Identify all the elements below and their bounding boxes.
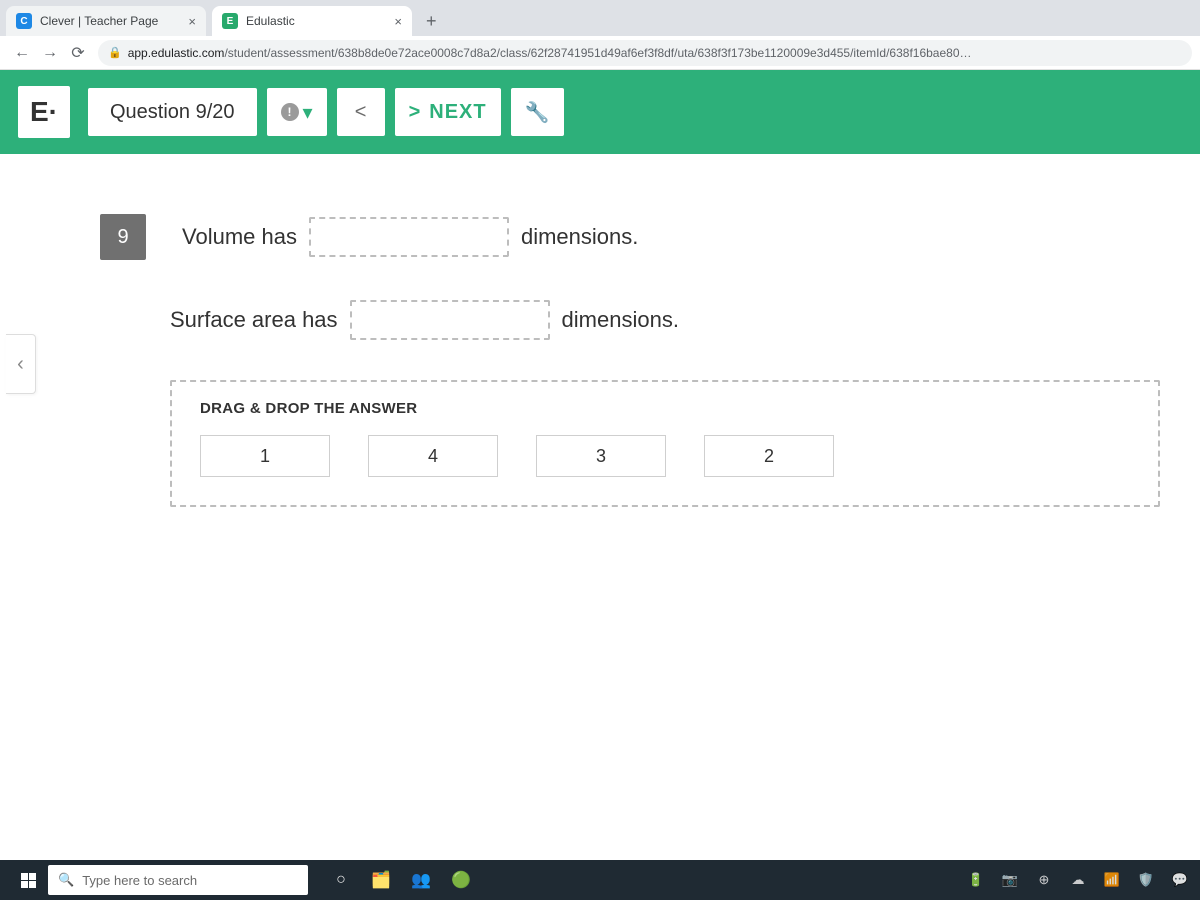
start-button[interactable] <box>8 860 48 900</box>
app-logo[interactable]: E· <box>18 86 70 138</box>
favicon-c: C <box>16 13 32 29</box>
windows-icon <box>21 873 36 888</box>
wrench-icon: 🔧 <box>525 100 550 125</box>
question-text: Volume has <box>182 224 297 250</box>
taskbar-search[interactable]: 🔍 Type here to search <box>48 865 308 895</box>
tray-icon[interactable]: 📷 <box>998 868 1022 892</box>
forward-button[interactable]: → <box>36 39 64 67</box>
tab-title: Edulastic <box>246 14 295 28</box>
question-counter: Question 9/20 <box>88 88 257 136</box>
question-text: dimensions. <box>562 307 679 333</box>
browser-toolbar: ← → ⟳ 🔒 app.edulastic.com/student/assess… <box>0 36 1200 70</box>
url-host: app.edulastic.com <box>128 46 225 60</box>
browser-tab-strip: C Clever | Teacher Page × E Edulastic × … <box>0 0 1200 36</box>
back-button[interactable]: ← <box>8 39 36 67</box>
taskbar-pinned: ○ 🗂️ 👥 🟢 <box>324 863 478 897</box>
system-tray: 🔋 📷 ⊕ ☁ 📶 🛡️ 💬 <box>964 868 1192 892</box>
tray-network-icon[interactable]: ⊕ <box>1032 868 1056 892</box>
question-text: dimensions. <box>521 224 638 250</box>
browser-tab-edulastic[interactable]: E Edulastic × <box>212 6 412 36</box>
alert-icon: ! <box>281 103 299 121</box>
task-teams[interactable]: 👥 <box>404 863 438 897</box>
answer-choice[interactable]: 2 <box>704 435 834 477</box>
prev-question-button[interactable]: < <box>337 88 385 136</box>
task-chrome[interactable]: 🟢 <box>444 863 478 897</box>
browser-tab-clever[interactable]: C Clever | Teacher Page × <box>6 6 206 36</box>
address-bar[interactable]: 🔒 app.edulastic.com/student/assessment/6… <box>98 40 1192 66</box>
url-path: /student/assessment/638b8de0e72ace0008c7… <box>224 46 971 60</box>
answer-choices: 1 4 3 2 <box>200 435 1130 477</box>
answer-bank-title: DRAG & DROP THE ANSWER <box>200 400 1130 417</box>
favicon-e: E <box>222 13 238 29</box>
lock-icon: 🔒 <box>108 46 122 59</box>
answer-choice[interactable]: 3 <box>536 435 666 477</box>
question-line-2: Surface area has dimensions. <box>100 300 1160 340</box>
drop-target-2[interactable] <box>350 300 550 340</box>
search-icon: 🔍 <box>58 872 74 888</box>
chevron-left-icon: < <box>355 101 367 124</box>
app-header: E· Question 9/20 ! ▾ < > NEXT 🔧 <box>0 70 1200 154</box>
task-explorer[interactable]: 🗂️ <box>364 863 398 897</box>
tray-battery-icon[interactable]: 🔋 <box>964 868 988 892</box>
answer-bank: DRAG & DROP THE ANSWER 1 4 3 2 <box>170 380 1160 507</box>
drop-target-1[interactable] <box>309 217 509 257</box>
url-text: app.edulastic.com/student/assessment/638… <box>128 46 972 60</box>
question-text: Surface area has <box>170 307 338 333</box>
answer-choice[interactable]: 1 <box>200 435 330 477</box>
close-icon[interactable]: × <box>180 14 196 29</box>
reload-button[interactable]: ⟳ <box>64 39 92 67</box>
tray-wifi-icon[interactable]: 📶 <box>1100 868 1124 892</box>
tray-icon[interactable]: 💬 <box>1168 868 1192 892</box>
windows-taskbar: 🔍 Type here to search ○ 🗂️ 👥 🟢 🔋 📷 ⊕ ☁ 📶… <box>0 860 1200 900</box>
next-label: NEXT <box>429 101 486 124</box>
chevron-right-icon: > <box>409 101 422 124</box>
new-tab-button[interactable]: + <box>418 7 445 36</box>
tab-title: Clever | Teacher Page <box>40 14 158 28</box>
tray-cloud-icon[interactable]: ☁ <box>1066 868 1090 892</box>
side-panel-toggle[interactable]: ‹ <box>6 334 36 394</box>
search-placeholder: Type here to search <box>82 873 197 888</box>
chevron-down-icon: ▾ <box>303 100 313 125</box>
question-number-badge: 9 <box>100 214 146 260</box>
question-status-dropdown[interactable]: ! ▾ <box>267 88 327 136</box>
tray-icon[interactable]: 🛡️ <box>1134 868 1158 892</box>
tools-button[interactable]: 🔧 <box>511 88 564 136</box>
task-cortana[interactable]: ○ <box>324 863 358 897</box>
next-question-button[interactable]: > NEXT <box>395 88 501 136</box>
question-content: ‹ 9 Volume has dimensions. Surface area … <box>0 154 1200 860</box>
answer-choice[interactable]: 4 <box>368 435 498 477</box>
chevron-left-icon: ‹ <box>17 353 24 376</box>
question-line-1: 9 Volume has dimensions. <box>100 214 1160 260</box>
close-icon[interactable]: × <box>386 14 402 29</box>
